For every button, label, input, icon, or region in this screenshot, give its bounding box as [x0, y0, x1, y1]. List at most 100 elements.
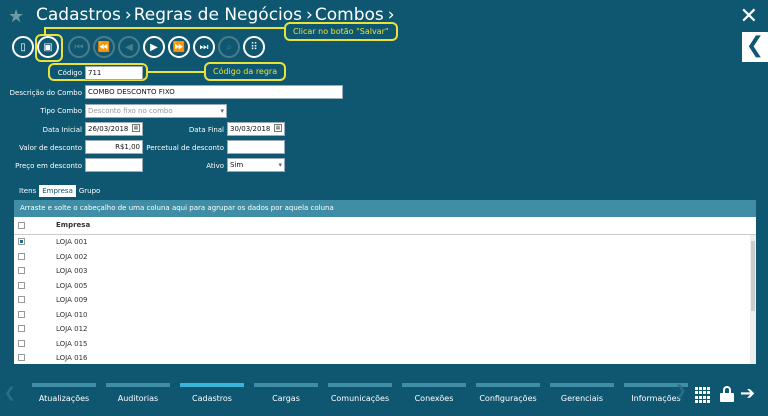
data-final-field[interactable]: 30/03/2018 ▦ — [227, 122, 285, 136]
nav-next-icon[interactable]: ❯ — [675, 383, 687, 399]
column-header-empresa[interactable]: Empresa — [56, 221, 90, 229]
select-all-checkbox[interactable] — [18, 222, 25, 229]
valor-desconto-field[interactable]: R$1,00 — [85, 140, 143, 154]
nav-item-bar — [32, 383, 96, 387]
nav-item-bar — [106, 383, 170, 387]
code-callout-connector — [148, 71, 204, 73]
empresa-cell: LOJA 010 — [56, 310, 88, 319]
new-document-button[interactable]: ▯ — [12, 36, 34, 58]
nav-item[interactable]: Cadastros — [180, 383, 244, 403]
grid-header: Empresa — [14, 217, 756, 235]
row-checkbox[interactable] — [18, 354, 25, 361]
table-row[interactable]: LOJA 012 — [14, 322, 756, 337]
tipo-combo-value: Desconto fixo no combo — [88, 107, 173, 115]
codigo-field[interactable]: 711 — [85, 66, 143, 80]
percentual-desconto-field[interactable] — [227, 140, 285, 154]
save-callout: Clicar no botão "Salvar" — [284, 22, 398, 41]
data-inicial-label: Data Inicial — [42, 126, 82, 134]
search-button[interactable]: ⌕ — [218, 36, 240, 58]
apps-grid-icon[interactable] — [695, 387, 711, 403]
table-row[interactable]: LOJA 016 — [14, 351, 756, 364]
table-row[interactable]: LOJA 001 — [14, 235, 756, 250]
data-inicial-value: 26/03/2018 — [88, 125, 129, 133]
apps-grid-button[interactable]: ⠿ — [243, 36, 265, 58]
table-row[interactable]: LOJA 003 — [14, 264, 756, 279]
favorite-star-icon[interactable]: ★ — [8, 6, 24, 27]
close-icon[interactable]: ✕ — [740, 4, 758, 29]
nav-item[interactable]: Gerenciais — [550, 383, 614, 403]
empresa-cell: LOJA 009 — [56, 296, 88, 304]
nav-item[interactable]: Configurações — [476, 383, 540, 403]
table-row[interactable]: LOJA 009 — [14, 293, 756, 308]
nav-prev-icon[interactable]: ❮ — [4, 385, 16, 401]
empresa-cell: LOJA 002 — [56, 252, 88, 261]
tab-empresa[interactable]: Empresa — [39, 185, 76, 197]
row-checkbox[interactable] — [18, 252, 25, 260]
breadcrumb-item[interactable]: Cadastros — [36, 5, 121, 25]
tipo-combo-label: Tipo Combo — [40, 107, 82, 115]
nav-item[interactable]: Auditorias — [106, 383, 170, 403]
nav-item-bar — [180, 383, 244, 387]
group-by-bar[interactable]: Arraste e solte o cabeçalho de uma colun… — [14, 200, 756, 217]
empresa-grid: Arraste e solte o cabeçalho de uma colun… — [14, 200, 756, 364]
table-row[interactable]: LOJA 015 — [14, 337, 756, 352]
rewind-button[interactable]: ⏪ — [93, 36, 115, 58]
empresa-cell: LOJA 001 — [56, 238, 88, 246]
empresa-cell: LOJA 016 — [56, 354, 88, 362]
row-checkbox[interactable] — [18, 325, 25, 332]
descricao-field[interactable]: COMBO DESCONTO FIXO — [85, 85, 343, 99]
save-highlight — [35, 34, 63, 62]
table-row[interactable]: LOJA 010 — [14, 308, 756, 323]
nav-item-label: Configurações — [479, 394, 537, 403]
breadcrumb-item[interactable]: Regras de Negócios — [134, 5, 302, 25]
save-callout-connector — [44, 27, 284, 29]
grid-scrollbar[interactable] — [750, 235, 756, 364]
row-checkbox[interactable] — [18, 281, 25, 289]
tab-grupo[interactable]: Grupo — [76, 185, 103, 197]
exit-arrow-icon[interactable]: ➔ — [740, 383, 755, 404]
lock-icon[interactable] — [720, 386, 734, 402]
empresa-cell: LOJA 012 — [56, 325, 88, 333]
descricao-label: Descrição do Combo — [9, 89, 82, 97]
nav-item-label: Cargas — [272, 394, 300, 403]
nav-item[interactable]: Atualizações — [32, 383, 96, 403]
nav-item-bar — [550, 383, 614, 387]
chevron-down-icon: ▾ — [278, 161, 282, 169]
fast-forward-button[interactable]: ⏩ — [168, 36, 190, 58]
nav-item-label: Gerenciais — [560, 394, 604, 403]
tipo-combo-select[interactable]: Desconto fixo no combo ▾ — [85, 104, 227, 118]
percentual-desconto-label: Percetual de desconto — [146, 144, 224, 152]
nav-item-bar — [254, 383, 318, 387]
nav-item[interactable]: Cargas — [254, 383, 318, 403]
nav-item-label: Auditorias — [117, 394, 159, 403]
nav-item[interactable]: Comunicações — [328, 383, 392, 403]
table-row[interactable]: LOJA 002 — [14, 250, 756, 265]
codigo-label: Código — [57, 69, 82, 77]
nav-item[interactable]: Conexões — [402, 383, 466, 403]
ativo-select[interactable]: Sim ▾ — [227, 158, 285, 172]
code-callout: Código da regra — [204, 62, 287, 81]
next-record-button[interactable]: ▶ — [143, 36, 165, 58]
nav-item-label: Cadastros — [192, 394, 232, 403]
preco-desconto-label: Preço em desconto — [15, 162, 82, 170]
row-checkbox[interactable] — [18, 267, 25, 274]
calendar-icon[interactable]: ▦ — [274, 124, 282, 132]
row-checkbox[interactable] — [18, 339, 25, 347]
data-inicial-field[interactable]: 26/03/2018 ▦ — [85, 122, 143, 136]
preco-desconto-field[interactable] — [85, 158, 143, 172]
last-record-button[interactable]: ⏭ — [193, 36, 215, 58]
calendar-icon[interactable]: ▦ — [132, 124, 140, 132]
nav-item-bar — [402, 383, 466, 387]
chevron-right-icon: › — [124, 5, 132, 25]
scrollbar-thumb[interactable] — [751, 241, 755, 311]
row-checkbox[interactable] — [18, 296, 25, 303]
row-checkbox[interactable] — [18, 238, 25, 245]
row-checkbox[interactable] — [18, 310, 25, 318]
data-final-value: 30/03/2018 — [230, 125, 271, 133]
collapse-panel-button[interactable]: ❮ — [742, 32, 768, 62]
previous-record-button[interactable]: ◀ — [118, 36, 140, 58]
tab-itens[interactable]: Itens — [16, 185, 39, 197]
first-record-button[interactable]: ⏮ — [68, 36, 90, 58]
data-final-label: Data Final — [188, 126, 224, 134]
table-row[interactable]: LOJA 005 — [14, 279, 756, 294]
